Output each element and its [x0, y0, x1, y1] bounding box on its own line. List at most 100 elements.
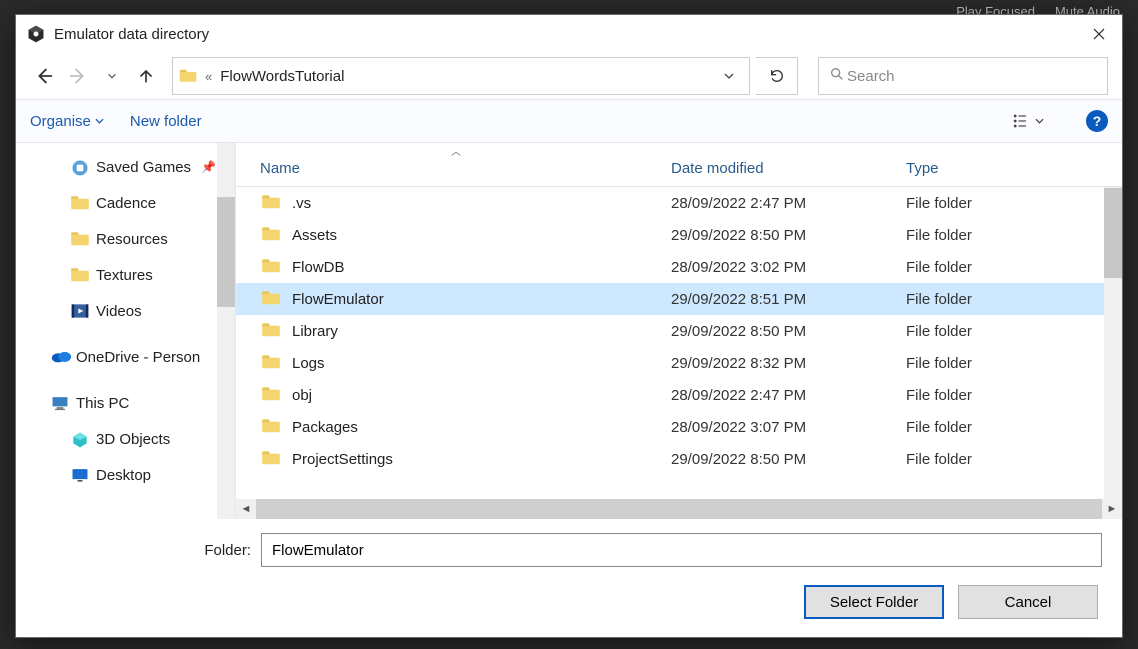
file-list: ︿ Name Date modified Type .vs28/09/2022 …	[236, 143, 1122, 519]
folder-icon	[260, 353, 282, 373]
hscroll-left[interactable]: ◄	[236, 499, 256, 519]
tree-item[interactable]: Videos	[16, 293, 235, 329]
nav-row: « FlowWordsTutorial	[16, 53, 1122, 99]
folder-icon	[260, 257, 282, 277]
folder-icon	[260, 417, 282, 437]
desktop-icon	[70, 466, 88, 484]
file-type: File folder	[906, 387, 1122, 404]
column-header-name[interactable]: Name	[236, 160, 671, 177]
file-type: File folder	[906, 195, 1122, 212]
file-date: 28/09/2022 3:02 PM	[671, 259, 906, 276]
refresh-button[interactable]	[756, 57, 798, 95]
folder-icon	[260, 385, 282, 405]
tree-item-label: Desktop	[96, 467, 151, 484]
file-name: Library	[292, 323, 338, 340]
file-date: 29/09/2022 8:50 PM	[671, 227, 906, 244]
table-row[interactable]: obj28/09/2022 2:47 PMFile folder	[236, 379, 1122, 411]
table-row[interactable]: Library29/09/2022 8:50 PMFile folder	[236, 315, 1122, 347]
table-row[interactable]: .vs 28/09/2022 2:47 PMFile folder	[236, 187, 1122, 219]
back-button[interactable]	[30, 62, 58, 90]
address-bar[interactable]: « FlowWordsTutorial	[172, 57, 750, 95]
file-name: Packages	[292, 419, 358, 436]
tree-item-label: Saved Games	[96, 159, 191, 176]
file-name: obj	[292, 387, 312, 404]
tree-item[interactable]: This PC	[16, 385, 235, 421]
folder-icon	[260, 321, 282, 341]
tree-item[interactable]: Saved Games 📌	[16, 149, 235, 185]
file-type: File folder	[906, 355, 1122, 372]
file-type: File folder	[906, 259, 1122, 276]
thispc-icon	[50, 394, 68, 412]
table-row[interactable]: ProjectSettings 29/09/2022 8:50 PMFile fo…	[236, 443, 1122, 475]
background-mute-audio: Mute Audio	[1055, 4, 1120, 12]
close-button[interactable]	[1076, 15, 1122, 53]
dialog-title: Emulator data directory	[54, 26, 1076, 43]
breadcrumb-prefix: «	[205, 69, 212, 84]
view-options-button[interactable]	[1005, 107, 1050, 135]
list-scrollbar-thumb[interactable]	[1104, 188, 1122, 278]
file-name: FlowEmulator	[292, 291, 384, 308]
table-row[interactable]: Assets 29/09/2022 8:50 PMFile folder	[236, 219, 1122, 251]
tree-item-label: This PC	[76, 395, 129, 412]
file-name: .vs	[292, 195, 311, 212]
file-date: 29/09/2022 8:50 PM	[671, 323, 906, 340]
tree-item[interactable]: 3D Objects	[16, 421, 235, 457]
folder-icon	[260, 193, 282, 213]
table-row[interactable]: Logs29/09/2022 8:32 PMFile folder	[236, 347, 1122, 379]
file-name: Assets	[292, 227, 337, 244]
folder-icon	[70, 230, 88, 248]
pin-icon: 📌	[201, 160, 216, 174]
folder-name-input[interactable]	[261, 533, 1102, 567]
folder-label: Folder:	[36, 542, 251, 559]
file-type: File folder	[906, 451, 1122, 468]
cancel-button[interactable]: Cancel	[958, 585, 1098, 619]
folder-picker-dialog: Emulator data directory « FlowWordsTutor…	[15, 14, 1123, 638]
folder-icon	[70, 194, 88, 212]
table-row[interactable]: FlowEmulator29/09/2022 8:51 PMFile folde…	[236, 283, 1122, 315]
background-play-focused: Play Focused	[956, 4, 1035, 12]
column-header-type[interactable]: Type	[906, 160, 1122, 177]
tree-item[interactable]: OneDrive - Person	[16, 339, 235, 375]
folder-icon	[260, 225, 282, 245]
sidebar-scrollbar-thumb[interactable]	[217, 197, 235, 307]
select-folder-button[interactable]: Select Folder	[804, 585, 944, 619]
file-date: 28/09/2022 3:07 PM	[671, 419, 906, 436]
organise-menu[interactable]: Organise	[30, 113, 104, 130]
folder-icon	[260, 289, 282, 309]
file-date: 29/09/2022 8:51 PM	[671, 291, 906, 308]
file-name: ProjectSettings	[292, 451, 393, 468]
tree-item-label: Videos	[96, 303, 142, 320]
file-name: FlowDB	[292, 259, 345, 276]
search-input[interactable]	[845, 67, 1097, 86]
hscroll-right[interactable]: ►	[1102, 499, 1122, 519]
folder-icon	[179, 67, 197, 85]
hscroll-thumb[interactable]	[256, 499, 1102, 519]
folder-icon	[260, 449, 282, 469]
up-button[interactable]	[132, 62, 160, 90]
help-button[interactable]: ?	[1086, 110, 1108, 132]
table-row[interactable]: Packages28/09/2022 3:07 PMFile folder	[236, 411, 1122, 443]
search-box[interactable]	[818, 57, 1108, 95]
3d-icon	[70, 430, 88, 448]
address-history-dropdown[interactable]	[717, 70, 741, 82]
tree-item[interactable]: Resources	[16, 221, 235, 257]
saved-icon	[70, 158, 88, 176]
tree-item[interactable]: Desktop	[16, 457, 235, 493]
table-row[interactable]: FlowDB 28/09/2022 3:02 PMFile folder	[236, 251, 1122, 283]
breadcrumb-current[interactable]: FlowWordsTutorial	[220, 68, 709, 85]
file-type: File folder	[906, 227, 1122, 244]
titlebar[interactable]: Emulator data directory	[16, 15, 1122, 53]
column-header-date[interactable]: Date modified	[671, 160, 906, 177]
file-date: 29/09/2022 8:32 PM	[671, 355, 906, 372]
forward-button	[64, 62, 92, 90]
file-date: 29/09/2022 8:50 PM	[671, 451, 906, 468]
new-folder-button[interactable]: New folder	[130, 113, 202, 130]
tree-item[interactable]: Textures	[16, 257, 235, 293]
tree-item[interactable]: Cadence	[16, 185, 235, 221]
horizontal-scrollbar[interactable]: ◄ ►	[236, 499, 1122, 519]
recent-locations-button[interactable]	[98, 62, 126, 90]
tree-item-label: Textures	[96, 267, 153, 284]
column-headers: Name Date modified Type	[236, 151, 1122, 187]
file-date: 28/09/2022 2:47 PM	[671, 195, 906, 212]
navigation-tree[interactable]: Saved Games 📌 CadenceResources Textures Vide…	[16, 143, 236, 519]
